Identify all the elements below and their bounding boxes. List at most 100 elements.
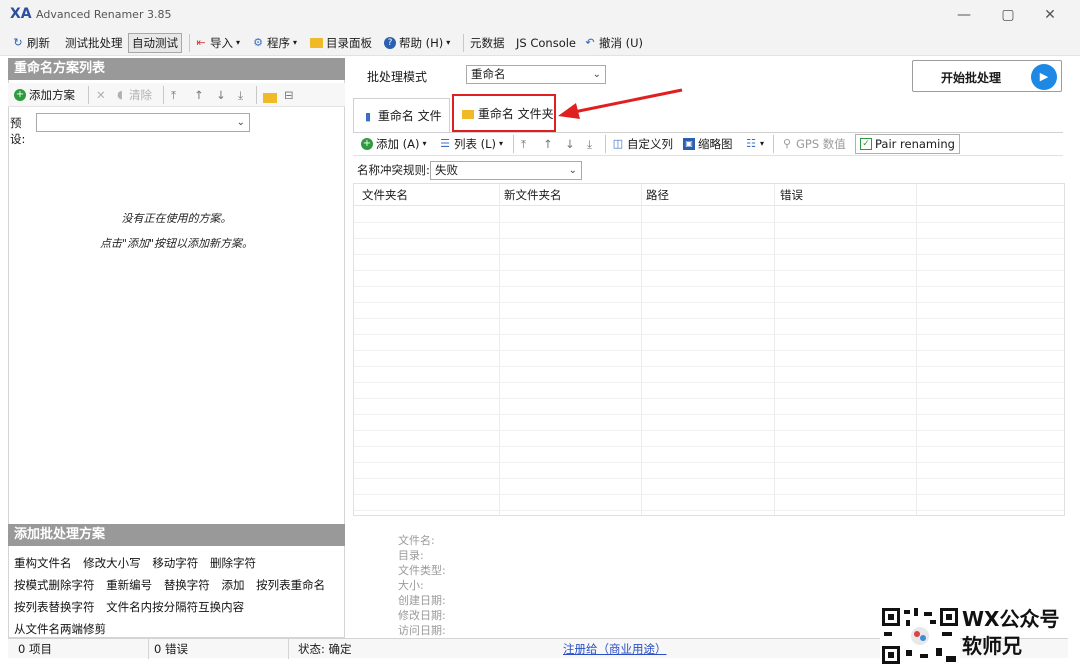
chevron-down-icon: ⌄	[568, 165, 577, 176]
chevron-down-icon: ▾	[446, 38, 451, 47]
grid-row-line	[354, 350, 1064, 351]
plus-circle-icon: +	[361, 138, 373, 150]
chevron-down-icon: ▾	[422, 139, 427, 148]
info-label: 文件类型:	[398, 564, 446, 577]
file-list-toolbar: + 添加 (A) ▾ ☰ 列表 (L) ▾ ⤒ ↑ ↓ ⤓ ◫ 自定义列 ▣ 缩…	[353, 132, 1063, 156]
method-link[interactable]: 替换字符	[164, 578, 210, 592]
method-link[interactable]: 文件名内按分隔符互换内容	[106, 600, 244, 614]
column-header[interactable]: 文件夹名	[362, 187, 408, 203]
register-link[interactable]: 注册给（商业用途）	[563, 641, 667, 657]
program-menu[interactable]: ⚙ 程序 ▾	[252, 34, 297, 52]
app-icon: XA	[10, 6, 32, 22]
info-label: 目录:	[398, 549, 424, 562]
status-divider	[148, 639, 149, 659]
folder-list-grid[interactable]: 文件夹名 新文件夹名 路径 错误	[353, 183, 1065, 516]
preset-select[interactable]: ⌄	[36, 113, 250, 132]
image-icon: ▣	[683, 138, 695, 150]
js-console-button[interactable]: JS Console	[516, 34, 576, 52]
toolbar-divider	[773, 135, 774, 153]
method-links-row: 按列表替换字符 文件名内按分隔符互换内容	[14, 599, 252, 615]
file-icon: ▮	[364, 110, 372, 123]
pair-renaming-toggle[interactable]: ✓ Pair renaming	[855, 134, 960, 154]
conflict-rule-select[interactable]: 失败 ⌄	[430, 161, 582, 180]
import-menu[interactable]: ⇤ 导入 ▾	[195, 34, 240, 52]
toolbar-divider	[189, 34, 190, 52]
method-link[interactable]: 移动字符	[152, 556, 198, 570]
method-link[interactable]: 重新编号	[106, 578, 152, 592]
move-top-icon[interactable]: ⤒	[521, 135, 526, 153]
method-link[interactable]: 删除字符	[210, 556, 256, 570]
help-menu[interactable]: ? 帮助 (H) ▾	[384, 34, 450, 52]
play-icon: ▶	[1031, 64, 1057, 90]
grid-row-line	[354, 254, 1064, 255]
thumbnails-button[interactable]: ▣ 缩略图	[683, 135, 733, 153]
program-icon: ⚙	[253, 36, 263, 49]
remove-method-icon[interactable]: ✕	[96, 86, 106, 104]
watermark-line2: 软师兄	[962, 634, 1022, 658]
maximize-icon[interactable]: ▢	[988, 4, 1028, 26]
refresh-button[interactable]: ↻ 刷新	[12, 34, 50, 52]
test-batch-button[interactable]: 测试批处理	[65, 34, 123, 52]
method-link[interactable]: 添加	[221, 578, 244, 592]
save-preset-icon[interactable]: ⊟	[284, 86, 294, 104]
column-header[interactable]: 错误	[780, 187, 803, 203]
tab-rename-folders[interactable]: 重命名 文件夹	[452, 94, 556, 132]
method-link[interactable]: 按列表重命名	[256, 578, 325, 592]
status-divider	[288, 639, 289, 659]
close-icon[interactable]: ✕	[1030, 4, 1070, 26]
list-menu[interactable]: ☰ 列表 (L) ▾	[439, 135, 503, 153]
empty-methods-hint: 点击"添加"按钮以添加新方案。	[99, 237, 254, 250]
view-options-menu[interactable]: ☷ ▾	[745, 135, 764, 153]
tab-rename-files[interactable]: ▮ 重命名 文件	[353, 98, 450, 132]
grid-row-line	[354, 270, 1064, 271]
grid-row-line	[354, 382, 1064, 383]
conflict-rule-label: 名称冲突规则:	[357, 163, 430, 177]
method-links-row: 从文件名两端修剪	[14, 621, 114, 637]
minimize-icon[interactable]: —	[944, 4, 984, 26]
list-icon: ☰	[440, 137, 450, 150]
move-up-icon[interactable]: ↑	[194, 86, 204, 104]
method-link[interactable]: 重构文件名	[14, 556, 72, 570]
method-link[interactable]: 按模式删除字符	[14, 578, 95, 592]
method-link[interactable]: 修改大小写	[83, 556, 141, 570]
window-title: Advanced Renamer 3.85	[36, 8, 172, 21]
toolbar-divider	[163, 86, 164, 104]
undo-button[interactable]: ↶ 撤消 (U)	[584, 34, 643, 52]
grid-row-line	[354, 478, 1064, 479]
grid-row-line	[354, 334, 1064, 335]
auto-test-toggle[interactable]: 自动测试	[128, 33, 182, 53]
column-header[interactable]: 路径	[646, 187, 669, 203]
main-toolbar: ↻ 刷新 测试批处理 自动测试 ⇤ 导入 ▾ ⚙ 程序 ▾ 目录面板 ? 帮助 …	[0, 30, 1080, 56]
move-down-icon[interactable]: ↓	[565, 135, 575, 153]
qr-code-image	[880, 606, 960, 666]
add-files-menu[interactable]: + 添加 (A) ▾	[361, 135, 427, 153]
open-preset-icon[interactable]	[263, 89, 277, 107]
grid-row-line	[354, 430, 1064, 431]
method-list-panel	[8, 58, 345, 638]
grid-row-line	[354, 494, 1064, 495]
add-method-button[interactable]: + 添加方案	[14, 86, 75, 104]
batch-mode-select[interactable]: 重命名 ⌄	[466, 65, 606, 84]
method-link[interactable]: 按列表替换字符	[14, 600, 95, 614]
grid-header: 文件夹名 新文件夹名 路径 错误	[354, 184, 1064, 206]
move-bottom-icon[interactable]: ⤓	[587, 135, 592, 153]
preset-label: 预设:	[10, 116, 26, 146]
move-down-icon[interactable]: ↓	[216, 86, 226, 104]
move-bottom-icon[interactable]: ⤓	[238, 86, 243, 104]
method-link[interactable]: 从文件名两端修剪	[14, 622, 106, 636]
checkbox-icon: ✓	[860, 138, 872, 150]
gps-button[interactable]: ⚲ GPS 数值	[781, 135, 846, 153]
clear-button[interactable]: ◖ 清除	[114, 86, 152, 104]
error-count: 0 错误	[154, 642, 188, 656]
custom-columns-button[interactable]: ◫ 自定义列	[612, 135, 673, 153]
location-pin-icon: ⚲	[782, 137, 792, 150]
start-batch-button[interactable]: 开始批处理 ▶	[912, 60, 1062, 92]
metadata-button[interactable]: 元数据	[470, 34, 505, 52]
move-up-icon[interactable]: ↑	[543, 135, 553, 153]
column-header[interactable]: 新文件夹名	[504, 187, 562, 203]
grid-row-line	[354, 446, 1064, 447]
move-top-icon[interactable]: ⤒	[171, 86, 176, 104]
dir-panel-button[interactable]: 目录面板	[310, 34, 372, 52]
info-label: 大小:	[398, 579, 424, 592]
toolbar-divider	[605, 135, 606, 153]
